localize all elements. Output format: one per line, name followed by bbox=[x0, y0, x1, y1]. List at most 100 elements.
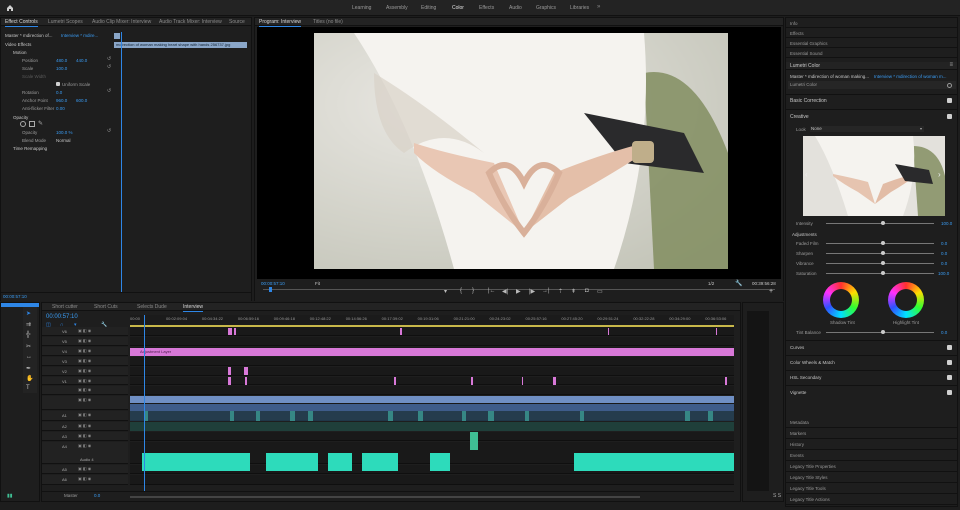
tab-selects-dude[interactable]: Selects Dude bbox=[137, 304, 167, 310]
right-panel-collapsed[interactable]: History bbox=[786, 440, 957, 450]
razor-tool-icon[interactable]: ✂ bbox=[26, 343, 31, 350]
step-back-icon[interactable]: ◀| bbox=[502, 288, 508, 295]
track-lane[interactable] bbox=[130, 337, 734, 346]
workspace-learning[interactable]: Learning bbox=[352, 5, 371, 11]
add-marker-icon[interactable]: ▾ bbox=[444, 288, 447, 295]
tab-short-cutter[interactable]: Short cutter bbox=[52, 304, 78, 310]
right-panel-collapsed[interactable]: Legacy Title Properties bbox=[786, 462, 957, 472]
program-viewer[interactable] bbox=[257, 27, 781, 279]
zoom-select[interactable]: Fit bbox=[315, 281, 320, 286]
pen-mask-icon[interactable]: ✎ bbox=[38, 120, 43, 127]
track-header[interactable]: ▣ ◧ ◉ bbox=[42, 422, 128, 431]
lumetri-section-header[interactable]: Color Wheels & Match bbox=[786, 355, 957, 369]
time-ruler[interactable]: 00:00 00:02:09:04 00:04:34:22 00:06:59:16 00… bbox=[130, 315, 734, 325]
right-panel-header[interactable]: Essential Sound bbox=[786, 49, 957, 58]
uniform-scale-checkbox[interactable] bbox=[56, 82, 60, 86]
video-track-label[interactable]: V1 bbox=[62, 379, 67, 384]
right-panel-collapsed[interactable]: Events bbox=[786, 451, 957, 461]
timeline-timecode[interactable]: 00:00:57:10 bbox=[46, 314, 78, 320]
saturation-value[interactable]: 100.0 bbox=[938, 271, 949, 276]
workspace-graphics[interactable]: Graphics bbox=[536, 5, 556, 11]
tab-program[interactable]: Program: Interview bbox=[259, 19, 301, 27]
lumetri-title[interactable]: Lumetri Color bbox=[790, 63, 820, 69]
track-toggle-icons[interactable]: ▣ ◧ ◉ bbox=[78, 338, 91, 343]
tab-titles[interactable]: Titles (no file) bbox=[313, 19, 343, 25]
a3-clip[interactable] bbox=[470, 432, 478, 441]
sequence-clip-label[interactable]: Interview * mdire... bbox=[61, 33, 98, 38]
track-toggle-icons[interactable]: ▣ ◧ ◉ bbox=[78, 443, 91, 448]
opacity-value[interactable]: 100.0 % bbox=[56, 130, 73, 135]
track-lane[interactable] bbox=[130, 357, 734, 366]
workspace-color[interactable]: Color bbox=[452, 5, 464, 11]
track-header[interactable]: ▣ ◧ ◉ bbox=[42, 465, 128, 474]
audio-track-label[interactable]: A4 bbox=[62, 444, 67, 449]
vibrance-slider[interactable] bbox=[826, 263, 934, 264]
pen-tool-icon[interactable]: ✒ bbox=[26, 365, 31, 372]
lumetri-section-header[interactable]: HSL Secondary bbox=[786, 370, 957, 384]
track-header[interactable]: ▣ ◧ ◉ bbox=[42, 347, 128, 356]
mark-out-icon[interactable]: } bbox=[472, 288, 474, 294]
add-button-icon[interactable]: + bbox=[769, 288, 773, 295]
a4-clip[interactable] bbox=[266, 453, 318, 471]
reset-icon[interactable]: ↺ bbox=[107, 56, 111, 62]
track-header[interactable]: ▣ ◧ ◉ bbox=[42, 357, 128, 366]
scale-value[interactable]: 100.0 bbox=[56, 66, 67, 71]
lumetri-sequence[interactable]: Interview * mdirection of woman m... bbox=[874, 74, 947, 79]
v2b-clip[interactable] bbox=[553, 377, 556, 385]
sharpen-value[interactable]: 0.0 bbox=[941, 251, 947, 256]
track-header[interactable]: ▣ ◧ ◉ bbox=[42, 396, 128, 410]
lift-icon[interactable]: ⇡ bbox=[558, 288, 563, 295]
lumetri-section-checkbox[interactable] bbox=[947, 345, 952, 350]
reset-icon[interactable]: ↺ bbox=[107, 88, 111, 94]
sharpen-slider[interactable] bbox=[826, 253, 934, 254]
tab-interview[interactable]: Interview bbox=[183, 304, 204, 312]
track-toggle-icons[interactable]: ▣ ◧ ◉ bbox=[78, 466, 91, 471]
time-remapping-heading[interactable]: Time Remapping bbox=[13, 146, 47, 151]
tint-balance-thumb[interactable] bbox=[881, 330, 885, 334]
track-lane[interactable] bbox=[130, 432, 734, 441]
v6-clip[interactable] bbox=[716, 328, 717, 335]
v2b-clip[interactable] bbox=[522, 377, 523, 385]
track-toggle-icons[interactable]: ▣ ◧ ◉ bbox=[78, 433, 91, 438]
more-workspaces-icon[interactable]: » bbox=[597, 4, 600, 10]
slip-tool-icon[interactable]: ↔ bbox=[26, 354, 32, 360]
video-track-label[interactable]: V5 bbox=[62, 339, 67, 344]
lumetri-effect-row[interactable]: Lumetri Color bbox=[788, 81, 956, 89]
a4-clip[interactable] bbox=[678, 453, 734, 471]
video-track-label[interactable]: V3 bbox=[62, 359, 67, 364]
a1-clip[interactable] bbox=[130, 411, 734, 421]
track-toggle-icons[interactable]: ▣ ◧ ◉ bbox=[78, 358, 91, 363]
step-forward-icon[interactable]: |▶ bbox=[529, 288, 535, 295]
sharpen-thumb[interactable] bbox=[881, 251, 885, 255]
track-toggle-icons[interactable]: ▣ ◧ ◉ bbox=[78, 387, 91, 392]
antiflicker-value[interactable]: 0.00 bbox=[56, 106, 65, 111]
tab-audio-clip-mixer[interactable]: Audio Clip Mixer: Interview bbox=[92, 19, 151, 25]
a4-clip[interactable] bbox=[142, 453, 238, 471]
track-header[interactable]: ▣ ◧ ◉ bbox=[42, 327, 128, 336]
track-header[interactable]: ▣ ◧ ◉ bbox=[42, 411, 128, 421]
intensity-slider[interactable] bbox=[826, 223, 934, 224]
vibrance-thumb[interactable] bbox=[881, 261, 885, 265]
v2-clip[interactable] bbox=[228, 367, 231, 375]
track-toggle-icons[interactable]: ▣ ◧ ◉ bbox=[78, 397, 91, 402]
timeline-playhead[interactable] bbox=[144, 315, 145, 491]
track-header[interactable]: ▣ ◧ ◉ bbox=[42, 367, 128, 376]
track-lane[interactable] bbox=[130, 367, 734, 376]
saturation-slider[interactable] bbox=[826, 273, 934, 274]
track-toggle-icons[interactable]: ▣ ◧ ◉ bbox=[78, 348, 91, 353]
workspace-audio[interactable]: Audio bbox=[509, 5, 522, 11]
a4-clip[interactable] bbox=[574, 453, 684, 471]
rotation-value[interactable]: 0.0 bbox=[56, 90, 62, 95]
previous-look-icon[interactable]: ‹ bbox=[805, 170, 808, 179]
a3-clip[interactable] bbox=[470, 441, 478, 450]
export-frame-icon[interactable]: ◘ bbox=[585, 288, 589, 294]
track-select-icon[interactable]: ⇉ bbox=[26, 321, 31, 328]
audio-track-label[interactable]: A5 bbox=[62, 467, 67, 472]
workspace-assembly[interactable]: Assembly bbox=[386, 5, 408, 11]
selection-tool-icon[interactable]: ➤ bbox=[26, 310, 31, 317]
tab-source[interactable]: Source bbox=[229, 19, 245, 25]
track-lane[interactable] bbox=[130, 327, 734, 336]
anchor-y-value[interactable]: 600.0 bbox=[76, 98, 87, 103]
highlight-tint-wheel[interactable] bbox=[888, 282, 924, 318]
timeline-scrollbar[interactable] bbox=[130, 496, 640, 498]
